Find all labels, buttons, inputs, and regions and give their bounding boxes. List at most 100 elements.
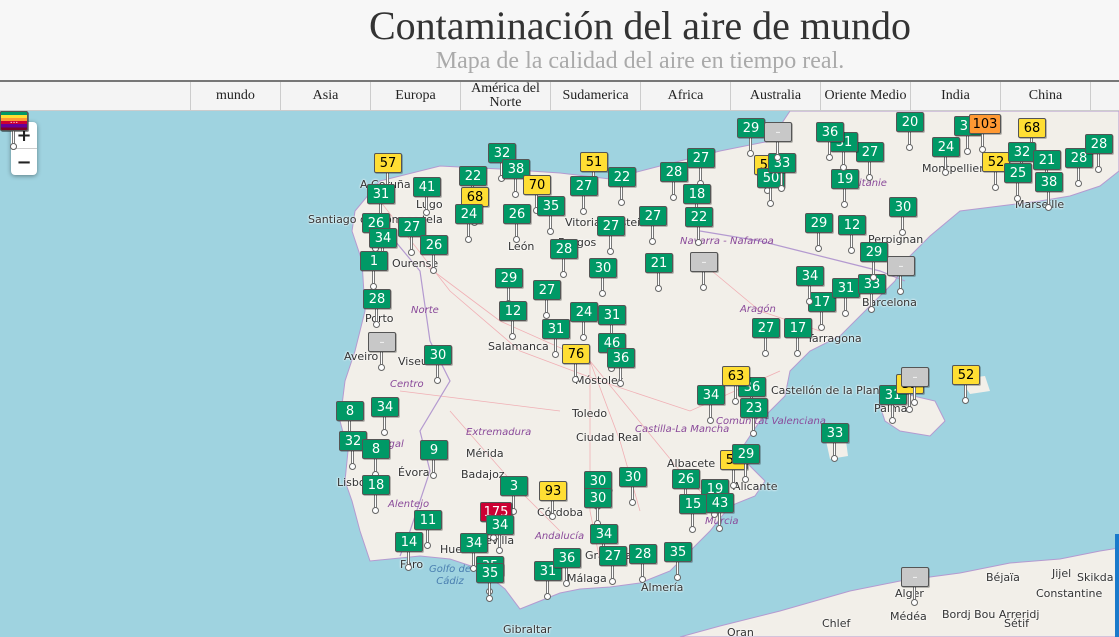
aqi-value: 27 xyxy=(597,216,625,236)
aqi-station-marker[interactable]: 22 xyxy=(608,167,636,206)
marker-pin-dot xyxy=(911,399,918,406)
aqi-station-marker[interactable]: 30 xyxy=(424,345,452,384)
nav-item-blank[interactable] xyxy=(1090,82,1119,110)
aqi-value: 27 xyxy=(856,142,884,162)
aqi-value: 24 xyxy=(570,302,598,322)
aqi-station-marker[interactable]: – xyxy=(901,567,929,606)
place-label: Mérida xyxy=(466,447,504,460)
aqi-station-marker[interactable]: 27 xyxy=(687,148,715,187)
aqi-station-marker[interactable]: – xyxy=(764,122,792,161)
aqi-station-marker[interactable]: 20 xyxy=(896,112,924,151)
aqi-station-marker[interactable]: 30 xyxy=(584,488,612,527)
marker-pin-dot xyxy=(700,284,707,291)
aqi-station-marker[interactable]: 76 xyxy=(562,344,590,383)
aqi-station-marker[interactable]: 35 xyxy=(664,542,692,581)
aqi-station-marker[interactable]: ... xyxy=(0,111,28,150)
aqi-station-marker[interactable]: 29 xyxy=(737,118,765,157)
aqi-station-marker[interactable]: 28 xyxy=(550,239,578,278)
nav-item-australia[interactable]: Australia xyxy=(730,82,820,110)
aqi-station-marker[interactable]: 33 xyxy=(821,423,849,462)
aqi-station-marker[interactable]: 28 xyxy=(629,544,657,583)
aqi-station-marker[interactable]: 9 xyxy=(420,440,448,479)
nav-item-mundo[interactable]: mundo xyxy=(190,82,280,110)
aqi-station-marker[interactable]: – xyxy=(368,332,396,371)
aqi-station-marker[interactable]: 26 xyxy=(503,204,531,243)
aqi-station-marker[interactable]: 21 xyxy=(645,253,673,292)
nav-item-africa[interactable]: Africa xyxy=(640,82,730,110)
aqi-station-marker[interactable]: – xyxy=(901,367,929,406)
aqi-station-marker[interactable]: 12 xyxy=(499,301,527,340)
aqi-station-marker[interactable]: 24 xyxy=(455,204,483,243)
nav-item-asia[interactable]: Asia xyxy=(280,82,370,110)
aqi-station-marker[interactable]: 24 xyxy=(570,302,598,341)
aqi-station-marker[interactable]: 15 xyxy=(679,494,707,533)
nav-item-china[interactable]: China xyxy=(1000,82,1090,110)
aqi-station-marker[interactable]: 18 xyxy=(362,475,390,514)
marker-pin-dot xyxy=(899,229,906,236)
nav-item-sudamerica[interactable]: Sudamerica xyxy=(550,82,640,110)
aqi-station-marker[interactable]: 26 xyxy=(420,235,448,274)
aqi-station-marker[interactable]: – xyxy=(887,256,915,295)
scrollbar-edge[interactable] xyxy=(1115,534,1119,637)
aqi-station-marker[interactable]: 19 xyxy=(831,169,859,208)
aqi-station-marker[interactable]: 27 xyxy=(570,176,598,215)
aqi-station-marker[interactable]: 36 xyxy=(553,548,581,587)
aqi-value: 31 xyxy=(367,184,395,204)
aqi-station-marker[interactable]: 22 xyxy=(685,207,713,246)
nav-item-américa-del-norte[interactable]: América del Norte xyxy=(460,82,550,110)
aqi-station-marker[interactable]: 23 xyxy=(740,398,768,437)
aqi-station-marker[interactable]: 36 xyxy=(607,348,635,387)
aqi-station-marker[interactable]: 34 xyxy=(371,397,399,436)
nav-item-oriente-medio[interactable]: Oriente Medio xyxy=(820,82,910,110)
aqi-station-marker[interactable]: 27 xyxy=(597,216,625,255)
aqi-station-marker[interactable]: 28 xyxy=(1085,134,1113,173)
aqi-value: 19 xyxy=(831,169,859,189)
aqi-station-marker[interactable]: 27 xyxy=(639,206,667,245)
air-quality-map[interactable]: + − A CoruñaLugoSantiago de CompostelaOu… xyxy=(0,111,1119,637)
aqi-station-marker[interactable]: 38 xyxy=(1035,172,1063,211)
aqi-station-marker[interactable]: 93 xyxy=(539,481,567,520)
aqi-station-marker[interactable]: 25 xyxy=(1004,163,1032,202)
aqi-station-marker[interactable]: 27 xyxy=(533,280,561,319)
aqi-station-marker[interactable]: 103 xyxy=(969,114,1001,153)
marker-pin-dot xyxy=(1075,180,1082,187)
place-label: Tarragona xyxy=(807,332,862,345)
aqi-station-marker[interactable]: 29 xyxy=(860,242,888,281)
aqi-value: – xyxy=(368,332,396,352)
aqi-station-marker[interactable]: 52 xyxy=(952,365,980,404)
marker-pin-dot xyxy=(1045,204,1052,211)
aqi-station-marker[interactable]: 43 xyxy=(706,493,734,532)
aqi-value: 27 xyxy=(752,318,780,338)
aqi-station-marker[interactable]: 1 xyxy=(360,251,388,290)
aqi-value: 22 xyxy=(608,167,636,187)
aqi-station-marker[interactable]: 29 xyxy=(732,444,760,483)
aqi-station-marker[interactable]: 34 xyxy=(486,515,514,554)
aqi-station-marker[interactable]: 27 xyxy=(752,318,780,357)
aqi-station-marker[interactable]: 34 xyxy=(796,266,824,305)
aqi-station-marker[interactable]: 36 xyxy=(816,122,844,161)
aqi-value: 21 xyxy=(1033,150,1061,170)
aqi-station-marker[interactable]: 29 xyxy=(805,213,833,252)
aqi-station-marker[interactable]: – xyxy=(690,252,718,291)
nav-item-india[interactable]: India xyxy=(910,82,1000,110)
aqi-station-marker[interactable]: 28 xyxy=(363,289,391,328)
aqi-station-marker[interactable]: 27 xyxy=(599,546,627,585)
marker-pin-dot xyxy=(906,406,913,413)
aqi-station-marker[interactable]: 30 xyxy=(889,197,917,236)
aqi-station-marker[interactable]: 30 xyxy=(619,467,647,506)
aqi-value: 11 xyxy=(414,510,442,530)
aqi-station-marker[interactable]: 8 xyxy=(362,439,390,478)
nav-item-europa[interactable]: Europa xyxy=(370,82,460,110)
aqi-station-marker[interactable]: 14 xyxy=(395,532,423,571)
aqi-value: 52 xyxy=(952,365,980,385)
aqi-station-marker[interactable]: 30 xyxy=(589,258,617,297)
aqi-station-marker[interactable]: 27 xyxy=(856,142,884,181)
aqi-value: 29 xyxy=(805,213,833,233)
aqi-station-marker[interactable]: 35 xyxy=(537,196,565,235)
aqi-station-marker[interactable]: 41 xyxy=(413,177,441,216)
aqi-station-marker[interactable]: 31 xyxy=(832,278,860,317)
zoom-out-button[interactable]: − xyxy=(11,148,37,175)
aqi-station-marker[interactable]: 35 xyxy=(476,563,504,602)
marker-pin-dot xyxy=(405,564,412,571)
aqi-station-marker[interactable]: 34 xyxy=(697,385,725,424)
